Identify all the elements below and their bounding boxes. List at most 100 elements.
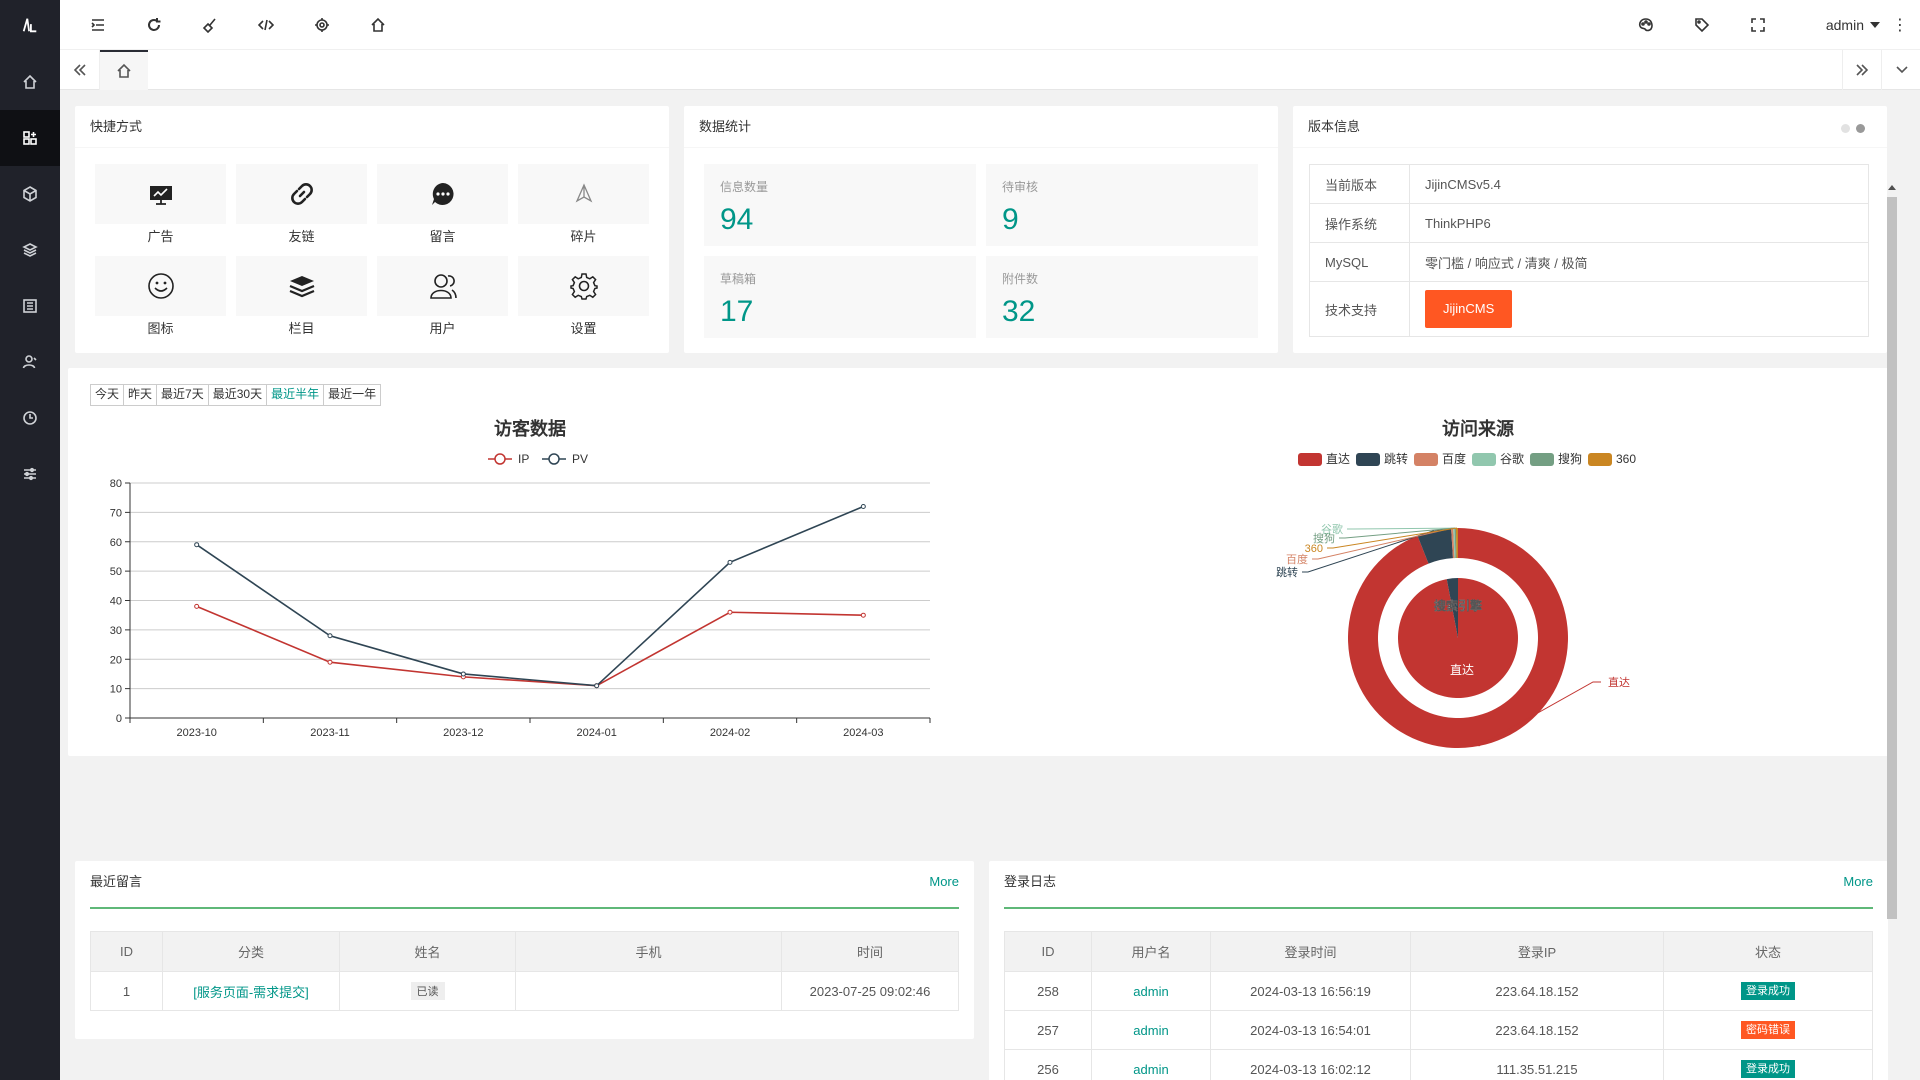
code-button[interactable] (238, 0, 294, 50)
messages-more-link[interactable]: More (929, 861, 959, 903)
clock-icon (23, 411, 37, 425)
sidebar-item-content[interactable] (0, 166, 60, 222)
stat-info-count[interactable]: 信息数量 94 (704, 164, 976, 246)
tab-scroll-left-button[interactable] (60, 50, 100, 90)
y-tick-label: 20 (110, 654, 122, 666)
data-point (594, 683, 600, 689)
menu-toggle-icon (91, 19, 104, 31)
shortcut-ad[interactable]: 广告 (95, 164, 226, 248)
sidebar-item-list[interactable] (0, 278, 60, 334)
scroll-up-arrow[interactable] (1888, 185, 1896, 190)
range-today[interactable]: 今天 (91, 385, 125, 405)
shortcut-label: 碎片 (570, 229, 597, 244)
data-point (327, 659, 333, 665)
login-log-more-link[interactable]: More (1843, 861, 1873, 903)
page-scrollbar[interactable] (1885, 185, 1899, 941)
tab-home[interactable] (100, 50, 148, 90)
user-link[interactable]: admin (1133, 984, 1168, 999)
legend-swatch (1472, 453, 1496, 466)
shortcut-label: 友链 (288, 229, 315, 244)
pie-inner-label: 搜索引擎 (1434, 598, 1482, 613)
menu-toggle-button[interactable] (70, 0, 126, 50)
clear-cache-button[interactable] (182, 0, 238, 50)
user-link[interactable]: admin (1133, 1023, 1168, 1038)
user-menu[interactable]: admin (1826, 0, 1880, 50)
legend-label: 搜狗 (1558, 451, 1582, 466)
more-menu-button[interactable]: ⋮ (1892, 0, 1908, 50)
stats-title: 数据统计 (684, 106, 1278, 148)
charts-card: 今天 昨天 最近7天 最近30天 最近半年 最近一年 访客数据 IP PV 0 10 20… (68, 368, 1895, 756)
refresh-button[interactable] (126, 0, 182, 50)
scrollbar-thumb[interactable] (1887, 197, 1897, 919)
pie-outer-label: 跳转 (1276, 565, 1298, 579)
theme-button[interactable] (1618, 0, 1674, 50)
home-icon (371, 17, 385, 32)
frontpage-button[interactable] (350, 0, 406, 50)
table-row: 当前版本 JijinCMSv5.4 (1309, 164, 1869, 204)
logo[interactable] (0, 0, 60, 50)
version-value: JijinCMS (1409, 281, 1869, 337)
stat-pending[interactable]: 待审核 9 (986, 164, 1258, 246)
sidebar-item-layers[interactable] (0, 222, 60, 278)
shortcut-message[interactable]: 留言 (377, 164, 508, 248)
pie-outer-label: 直达 (1608, 675, 1630, 689)
more-vertical-icon: ⋮ (1892, 17, 1908, 34)
legend-item: 搜狗 (1530, 451, 1582, 466)
shortcut-label: 设置 (570, 321, 597, 336)
user-link[interactable]: admin (1133, 1062, 1168, 1077)
version-key: 当前版本 (1309, 164, 1410, 204)
main-content: 快捷方式 广告 友链 留言 碎片 图标 栏目 用户 设置 数据统计 信息数量 9… (60, 91, 1900, 1080)
settings-sliders-icon (24, 467, 36, 481)
tab-scroll-right-button[interactable] (1842, 50, 1882, 90)
carousel-dot[interactable] (1841, 124, 1850, 133)
shortcut-icon[interactable]: 图标 (95, 256, 226, 340)
legend-marker (494, 453, 506, 465)
tag-button[interactable] (1674, 0, 1730, 50)
username: admin (1825, 17, 1864, 33)
support-button[interactable] (294, 0, 350, 50)
caret-down-icon (1870, 22, 1880, 28)
cell-status: 登录成功 (1663, 1049, 1873, 1080)
support-link-button[interactable]: JijinCMS (1425, 290, 1513, 328)
stat-drafts[interactable]: 草稿箱 17 (704, 256, 976, 338)
shortcut-link[interactable]: 友链 (236, 164, 367, 248)
legend-label: IP (518, 452, 529, 466)
messages-title: 最近留言 (90, 874, 143, 889)
column-header: 姓名 (339, 931, 516, 972)
carousel-dot-active[interactable] (1856, 124, 1865, 133)
range-30days[interactable]: 最近30天 (208, 385, 268, 405)
version-key: MySQL (1309, 242, 1410, 282)
shortcut-column[interactable]: 栏目 (236, 256, 367, 340)
status-badge: 登录成功 (1741, 982, 1795, 1000)
range-half-year[interactable]: 最近半年 (267, 385, 325, 405)
pie-inner-label: 直达 (1450, 663, 1474, 677)
sidebar-item-home[interactable] (0, 54, 60, 110)
column-header: 手机 (515, 931, 782, 972)
shortcut-settings[interactable]: 设置 (518, 256, 649, 340)
range-year[interactable]: 最近一年 (324, 385, 381, 405)
shortcut-user[interactable]: 用户 (377, 256, 508, 340)
range-7days[interactable]: 最近7天 (157, 385, 209, 405)
sidebar-item-users[interactable] (0, 334, 60, 390)
cell-phone (515, 971, 782, 1011)
fullscreen-button[interactable] (1730, 0, 1786, 50)
category-link[interactable]: [服务页面-需求提交] (193, 985, 309, 1000)
sidebar-item-history[interactable] (0, 390, 60, 446)
cell-time: 2024-03-13 16:56:19 (1210, 971, 1411, 1011)
source-pie-chart: 访问来源直达 跳转 百度 谷歌 搜狗 360搜索引擎直达直达跳转百度谷歌搜狗360 (1276, 418, 1636, 748)
legend-item: PV (542, 452, 588, 466)
sidebar (0, 0, 60, 1080)
shortcuts-grid: 广告 友链 留言 碎片 图标 栏目 用户 设置 (95, 164, 651, 340)
shortcut-fragment[interactable]: 碎片 (518, 164, 649, 248)
legend-item: 跳转 (1356, 451, 1408, 466)
stat-attachments[interactable]: 附件数 32 (986, 256, 1258, 338)
range-yesterday[interactable]: 昨天 (124, 385, 158, 405)
data-point (727, 609, 733, 615)
cell-id: 1 (90, 971, 163, 1011)
shortcut-label: 用户 (429, 321, 456, 336)
table-row: 1 [服务页面-需求提交] 已读 2023-07-25 09:02:46 (90, 971, 959, 1011)
sidebar-item-dashboard[interactable] (0, 110, 60, 166)
legend-swatch (1414, 453, 1438, 466)
tab-menu-button[interactable] (1882, 50, 1920, 90)
sidebar-item-settings[interactable] (0, 446, 60, 502)
